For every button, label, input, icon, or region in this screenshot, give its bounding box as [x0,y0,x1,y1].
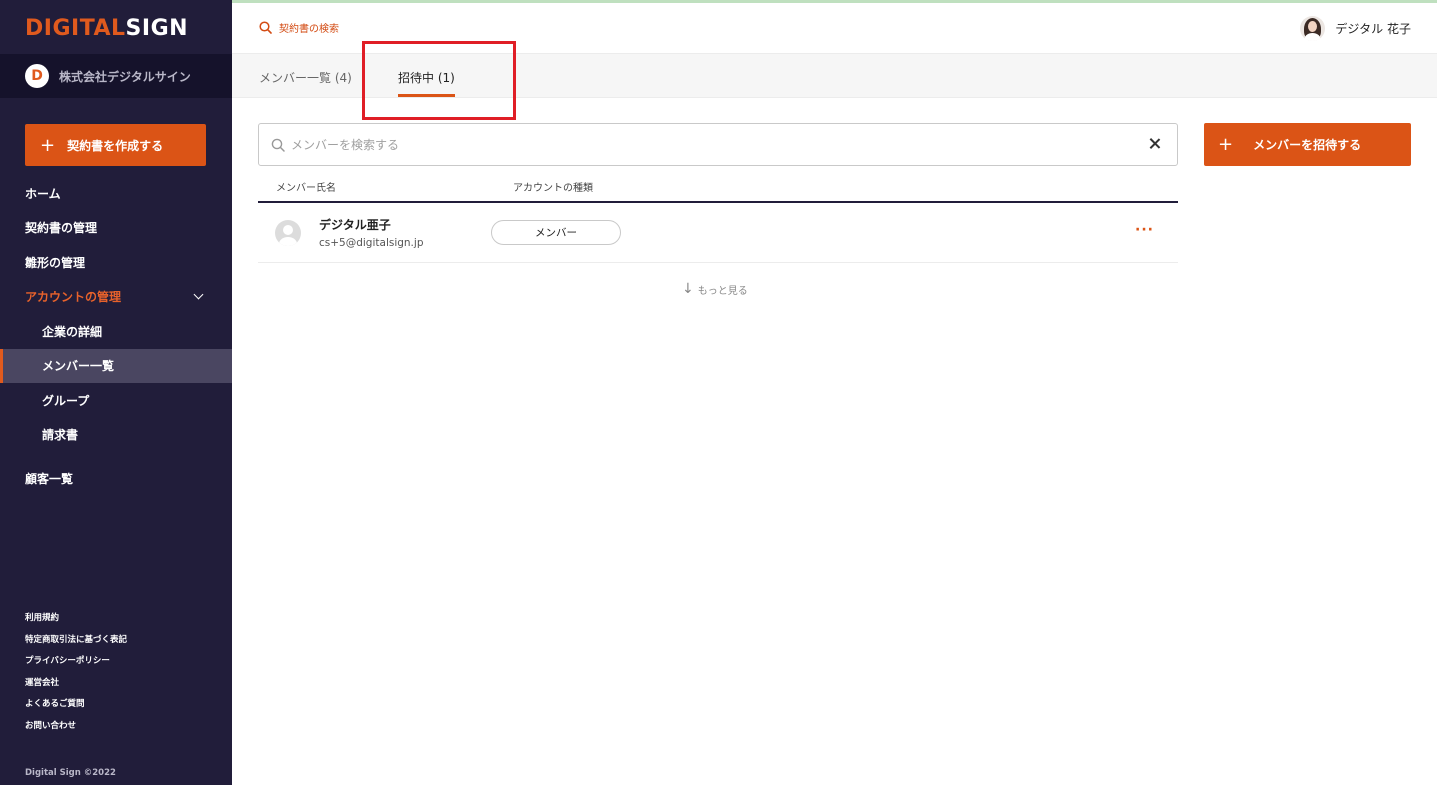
sidebar-item-templates[interactable]: 雛形の管理 [0,245,232,280]
contract-search-label: 契約書の検索 [279,24,339,35]
more-actions-icon[interactable]: ··· [1135,222,1154,238]
member-search-input[interactable] [291,137,1177,152]
company-switcher[interactable]: D 株式会社デジタルサイン [0,54,232,98]
user-menu[interactable]: デジタル 花子 [1300,16,1411,41]
footer-link-faq[interactable]: よくあるご質問 [25,697,127,719]
footer-links: 利用規約 特定商取引法に基づく表記 プライバシーポリシー 運営会社 よくあるご質… [25,611,127,741]
search-icon [271,138,285,152]
sidebar-item-account[interactable]: アカウントの管理 [0,280,232,315]
highlight-annotation-box [362,41,516,120]
user-avatar-icon [275,220,301,246]
sidebar-item-groups[interactable]: グループ [0,383,232,418]
user-name: デジタル 花子 [1335,22,1411,36]
member-name: デジタル亜子 [319,218,391,232]
sidebar-item-customers[interactable]: 顧客一覧 [0,461,232,496]
plus-icon: + [1218,134,1234,155]
load-more-button[interactable]: ↓ もっと見る [682,281,748,297]
create-contract-label: 契約書を作成する [67,138,164,153]
sidebar-item-account-label: アカウントの管理 [25,290,122,305]
copyright: Digital Sign ©2022 [25,768,116,778]
plus-icon: + [40,134,56,156]
sidebar-item-invoices[interactable]: 請求書 [0,418,232,453]
footer-link-terms[interactable]: 利用規約 [25,611,127,633]
table-row: デジタル亜子 cs+5@digitalsign.jp メンバー ··· [258,203,1178,263]
logo[interactable]: DIGITALSIGN [25,16,188,41]
company-name: 株式会社デジタルサイン [59,69,191,84]
footer-link-commerce-law[interactable]: 特定商取引法に基づく表記 [25,633,127,655]
company-badge: D [25,64,49,88]
logo-text-secondary: SIGN [125,16,189,41]
account-type-badge[interactable]: メンバー [491,220,621,245]
footer-link-privacy[interactable]: プライバシーポリシー [25,654,127,676]
footer-link-contact[interactable]: お問い合わせ [25,719,127,741]
chevron-down-icon [193,289,204,299]
arrow-down-icon: ↓ [682,281,694,297]
invite-member-button[interactable]: + メンバーを招待する [1204,123,1411,166]
close-icon[interactable] [1147,136,1163,152]
search-icon [259,21,272,34]
sidebar: DIGITALSIGN D 株式会社デジタルサイン + 契約書を作成する ホーム… [0,0,232,785]
footer-link-company[interactable]: 運営会社 [25,676,127,698]
create-contract-button[interactable]: + 契約書を作成する [25,124,206,166]
sidebar-item-members[interactable]: メンバー一覧 [0,348,232,383]
sidebar-item-company-details[interactable]: 企業の詳細 [0,314,232,349]
column-header-name: メンバー氏名 [276,183,336,194]
sidebar-item-contracts[interactable]: 契約書の管理 [0,211,232,246]
sidebar-nav: ホーム 契約書の管理 雛形の管理 アカウントの管理 企業の詳細 メンバー一覧 グ… [0,176,232,496]
member-email: cs+5@digitalsign.jp [319,237,424,249]
tab-member-list[interactable]: メンバー一覧 (4) [259,69,352,86]
invite-member-label: メンバーを招待する [1253,138,1362,152]
member-search-box [258,123,1178,166]
avatar [1300,16,1326,41]
sidebar-item-home[interactable]: ホーム [0,176,232,211]
contract-search-link[interactable]: 契約書の検索 [259,20,339,35]
logo-text-primary: DIGITAL [25,16,126,41]
column-header-account-type: アカウントの種類 [513,183,593,194]
load-more-label: もっと見る [697,285,748,297]
